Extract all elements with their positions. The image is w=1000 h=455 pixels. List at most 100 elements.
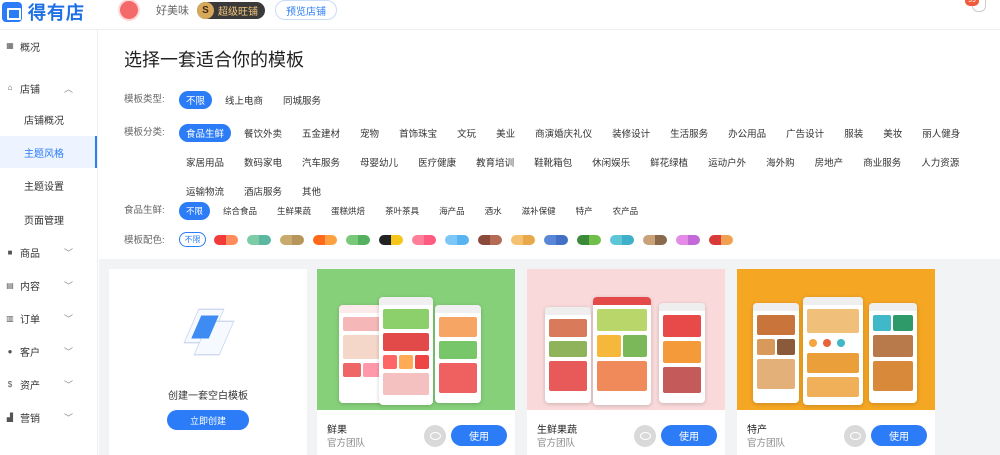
filter-chip[interactable]: 滋补保健 (515, 202, 563, 220)
color-swatch[interactable] (709, 234, 733, 245)
color-all-option[interactable]: 不限 (179, 232, 206, 247)
eye-icon[interactable] (844, 425, 866, 447)
filter-chip[interactable]: 运输物流 (179, 182, 231, 200)
filter-chip[interactable]: 农产品 (606, 202, 646, 220)
create-now-button[interactable]: 立即创建 (167, 410, 249, 430)
color-swatch[interactable] (478, 234, 502, 245)
filter-chip[interactable]: 不限 (179, 91, 213, 109)
filter-chip[interactable]: 综合食品 (216, 202, 264, 220)
filter-chip[interactable]: 休闲娱乐 (585, 153, 637, 171)
chevron-down-icon: ﹀ (63, 413, 73, 423)
color-swatch[interactable] (445, 234, 469, 245)
filter-label: 模板类型: (124, 94, 165, 105)
use-template-button[interactable]: 使用 (661, 425, 717, 446)
sidebar-item-label: 店铺 (20, 84, 40, 96)
filter-chip[interactable]: 数码家电 (237, 153, 289, 171)
filter-chip[interactable]: 酒水 (478, 202, 509, 220)
sidebar-item-overview[interactable]: ▦ 概况 (0, 30, 97, 62)
top-bar: 得有店 好美味 S 超级旺铺 预览店铺 99 (0, 0, 1000, 30)
filter-chip[interactable]: 美业 (489, 124, 522, 142)
sidebar-item-customers[interactable]: ● 客户 ﹀ (0, 335, 97, 368)
filter-chip[interactable]: 办公用品 (721, 124, 773, 142)
page-title: 选择一套适合你的模板 (124, 50, 304, 70)
filter-chip[interactable]: 文玩 (450, 124, 483, 142)
filter-chip[interactable]: 装修设计 (605, 124, 657, 142)
filter-label: 食品生鲜: (124, 205, 165, 216)
filter-chip[interactable]: 鲜花绿植 (643, 153, 695, 171)
filter-chip[interactable]: 服装 (837, 124, 870, 142)
chevron-up-icon: ︿ (63, 83, 73, 94)
blank-template-card[interactable]: 创建一套空白模板 立即创建 (109, 269, 307, 455)
bell-icon[interactable]: 99 (965, 0, 986, 12)
logo[interactable]: 得有店 (0, 0, 85, 24)
sidebar-item-goods[interactable]: ■ 商品 ﹀ (0, 236, 97, 269)
filter-chip[interactable]: 餐饮外卖 (237, 124, 289, 142)
sidebar-item-orders[interactable]: ▥ 订单 ﹀ (0, 302, 97, 335)
template-card[interactable]: 生鲜果蔬 官方团队 使用 (527, 269, 725, 455)
filter-chip[interactable]: 生活服务 (663, 124, 715, 142)
cube-icon (175, 303, 241, 369)
color-swatch[interactable] (643, 234, 667, 245)
filter-chip[interactable]: 五金建材 (295, 124, 347, 142)
filter-chip[interactable]: 海外购 (759, 153, 802, 171)
filter-chip[interactable]: 商业服务 (856, 153, 908, 171)
filter-chip[interactable]: 房地产 (808, 153, 851, 171)
filter-chip[interactable]: 海产品 (432, 202, 472, 220)
filter-chip[interactable]: 鞋靴箱包 (527, 153, 579, 171)
color-swatch[interactable] (577, 234, 601, 245)
color-swatch[interactable] (544, 234, 568, 245)
sidebar-item-marketing[interactable]: ▟ 营销 ﹀ (0, 401, 97, 434)
sidebar-item-assets[interactable]: $ 资产 ﹀ (0, 368, 97, 401)
color-swatch[interactable] (412, 234, 436, 245)
filter-chip[interactable]: 生鲜果蔬 (270, 202, 318, 220)
filter-chip[interactable]: 人力资源 (914, 153, 966, 171)
preview-shop-button[interactable]: 预览店铺 (275, 0, 337, 20)
filter-chip[interactable]: 美妆 (876, 124, 909, 142)
sidebar-item-theme-settings[interactable]: 主题设置 (0, 168, 97, 202)
template-thumbnail (737, 269, 935, 410)
filter-chip[interactable]: 医疗健康 (411, 153, 463, 171)
template-thumbnail (527, 269, 725, 410)
shop-switcher[interactable]: 好美味 S 超级旺铺 预览店铺 (118, 0, 337, 21)
filter-chip[interactable]: 食品生鲜 (179, 124, 232, 142)
color-swatch[interactable] (214, 234, 238, 245)
filter-chip[interactable]: 母婴幼儿 (353, 153, 405, 171)
sidebar-item-content[interactable]: ▤ 内容 ﹀ (0, 269, 97, 302)
template-card[interactable]: 鲜果 官方团队 使用 (317, 269, 515, 455)
filter-chip[interactable]: 酒店服务 (237, 182, 289, 200)
sidebar-item-shop[interactable]: ⌂ 店铺 ︿ (0, 60, 97, 116)
filter-chip[interactable]: 教育培训 (469, 153, 521, 171)
filter-chip[interactable]: 丽人健身 (915, 124, 967, 142)
filter-chip[interactable]: 线上电商 (218, 91, 270, 109)
sidebar-item-page-management[interactable]: 页面管理 (0, 202, 97, 236)
color-swatch[interactable] (610, 234, 634, 245)
filter-chip[interactable]: 家居用品 (179, 153, 231, 171)
filter-chip[interactable]: 特产 (569, 202, 600, 220)
order-icon: ▥ (6, 313, 14, 323)
filter-chip[interactable]: 茶叶茶具 (378, 202, 426, 220)
color-swatch[interactable] (313, 234, 337, 245)
color-swatch[interactable] (379, 234, 403, 245)
chevron-down-icon: ﹀ (63, 248, 73, 258)
filter-chip[interactable]: 宠物 (353, 124, 386, 142)
filter-chip[interactable]: 蛋糕烘焙 (324, 202, 372, 220)
template-card[interactable]: 特产 官方团队 使用 (737, 269, 935, 455)
color-swatch[interactable] (346, 234, 370, 245)
filter-chip[interactable]: 运动户外 (701, 153, 753, 171)
color-swatch[interactable] (676, 234, 700, 245)
filter-chip[interactable]: 不限 (179, 202, 211, 220)
use-template-button[interactable]: 使用 (451, 425, 507, 446)
filter-chip[interactable]: 广告设计 (779, 124, 831, 142)
filter-chip[interactable]: 首饰珠宝 (392, 124, 444, 142)
filter-chip[interactable]: 其他 (295, 182, 328, 200)
eye-icon[interactable] (424, 425, 446, 447)
sidebar-item-theme-style[interactable]: 主题风格 (0, 136, 97, 168)
filter-chip[interactable]: 商演婚庆礼仪 (528, 124, 599, 142)
color-swatch[interactable] (280, 234, 304, 245)
filter-chip[interactable]: 汽车服务 (295, 153, 347, 171)
color-swatch[interactable] (247, 234, 271, 245)
use-template-button[interactable]: 使用 (871, 425, 927, 446)
color-swatch[interactable] (511, 234, 535, 245)
filter-chip[interactable]: 同城服务 (276, 91, 328, 109)
eye-icon[interactable] (634, 425, 656, 447)
